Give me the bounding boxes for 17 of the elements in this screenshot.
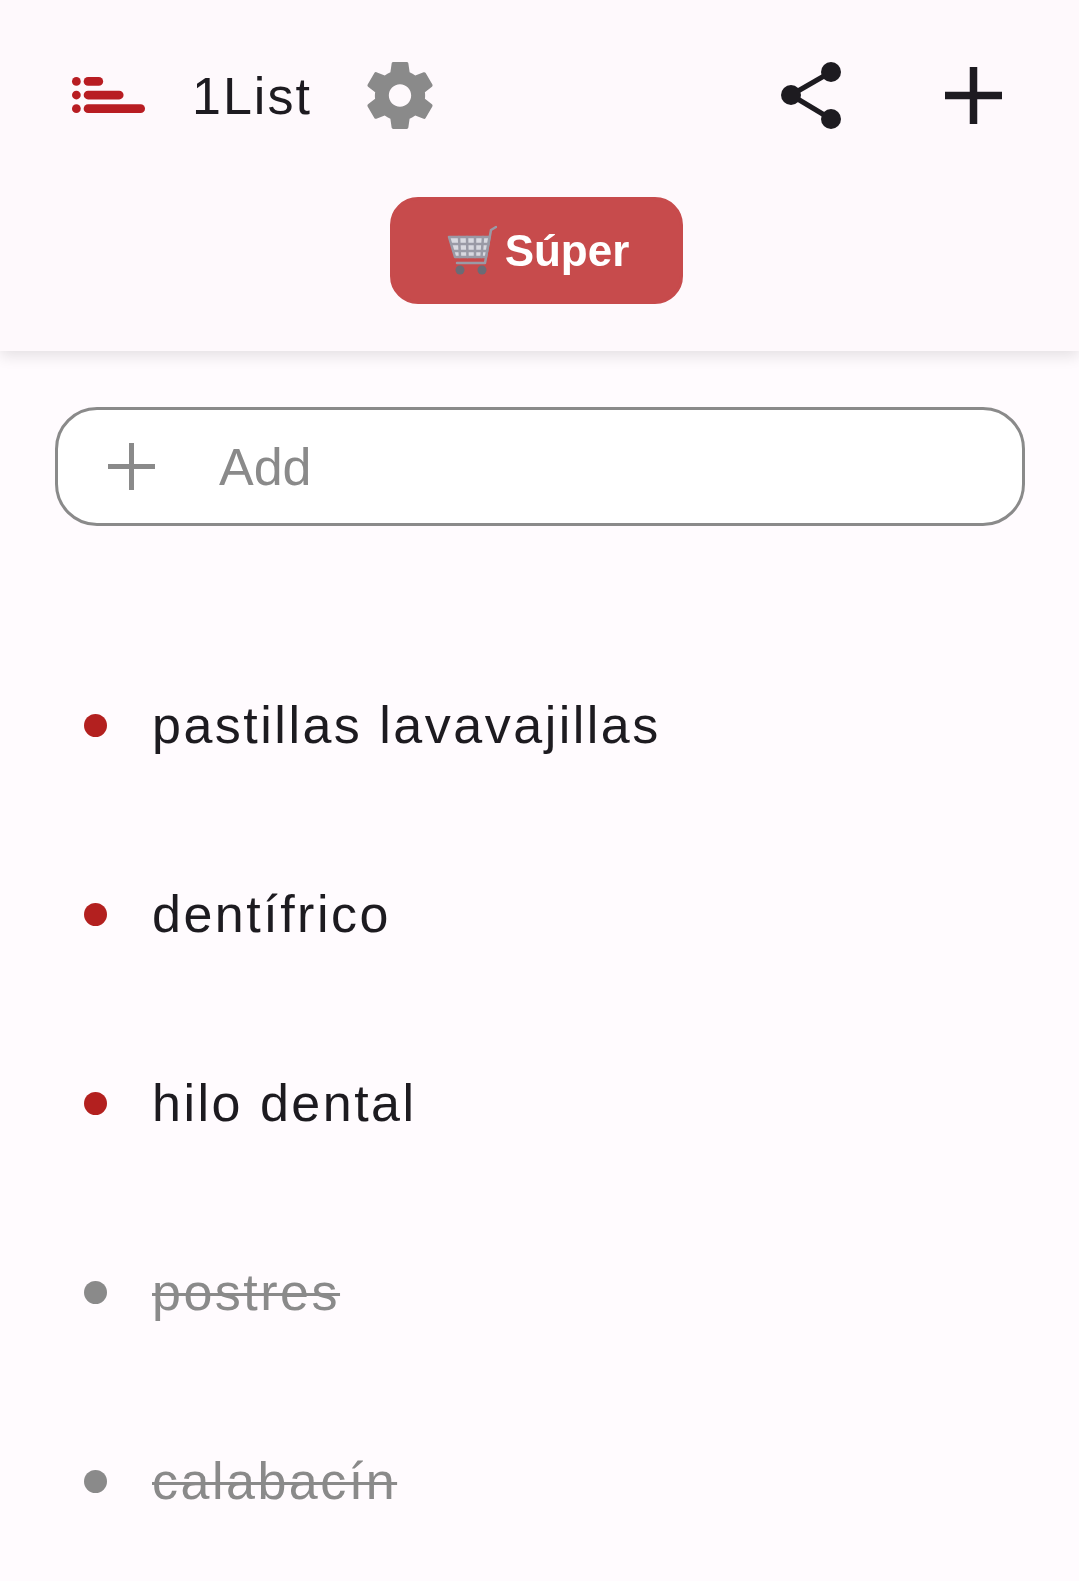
shopping-cart-icon [446,224,497,277]
list-item[interactable]: pastillas lavavajillas [152,694,661,757]
app-title: 1List [192,69,312,122]
list-item[interactable]: dentífrico [152,883,391,946]
bullet-icon [84,903,107,926]
bullet-icon [84,1470,107,1493]
share-icon[interactable] [781,62,841,129]
bullet-icon [84,714,107,737]
settings-icon[interactable] [366,62,433,129]
bulleted-list-icon [71,77,146,114]
list-chip[interactable]: Súper [389,197,684,304]
list-item[interactable]: hilo dental [152,1072,417,1135]
add-icon[interactable] [945,67,1002,124]
plus-icon [108,443,155,490]
bullet-icon [84,1281,107,1304]
add-item-field[interactable]: Add [55,407,1025,526]
bullet-icon [84,1092,107,1115]
